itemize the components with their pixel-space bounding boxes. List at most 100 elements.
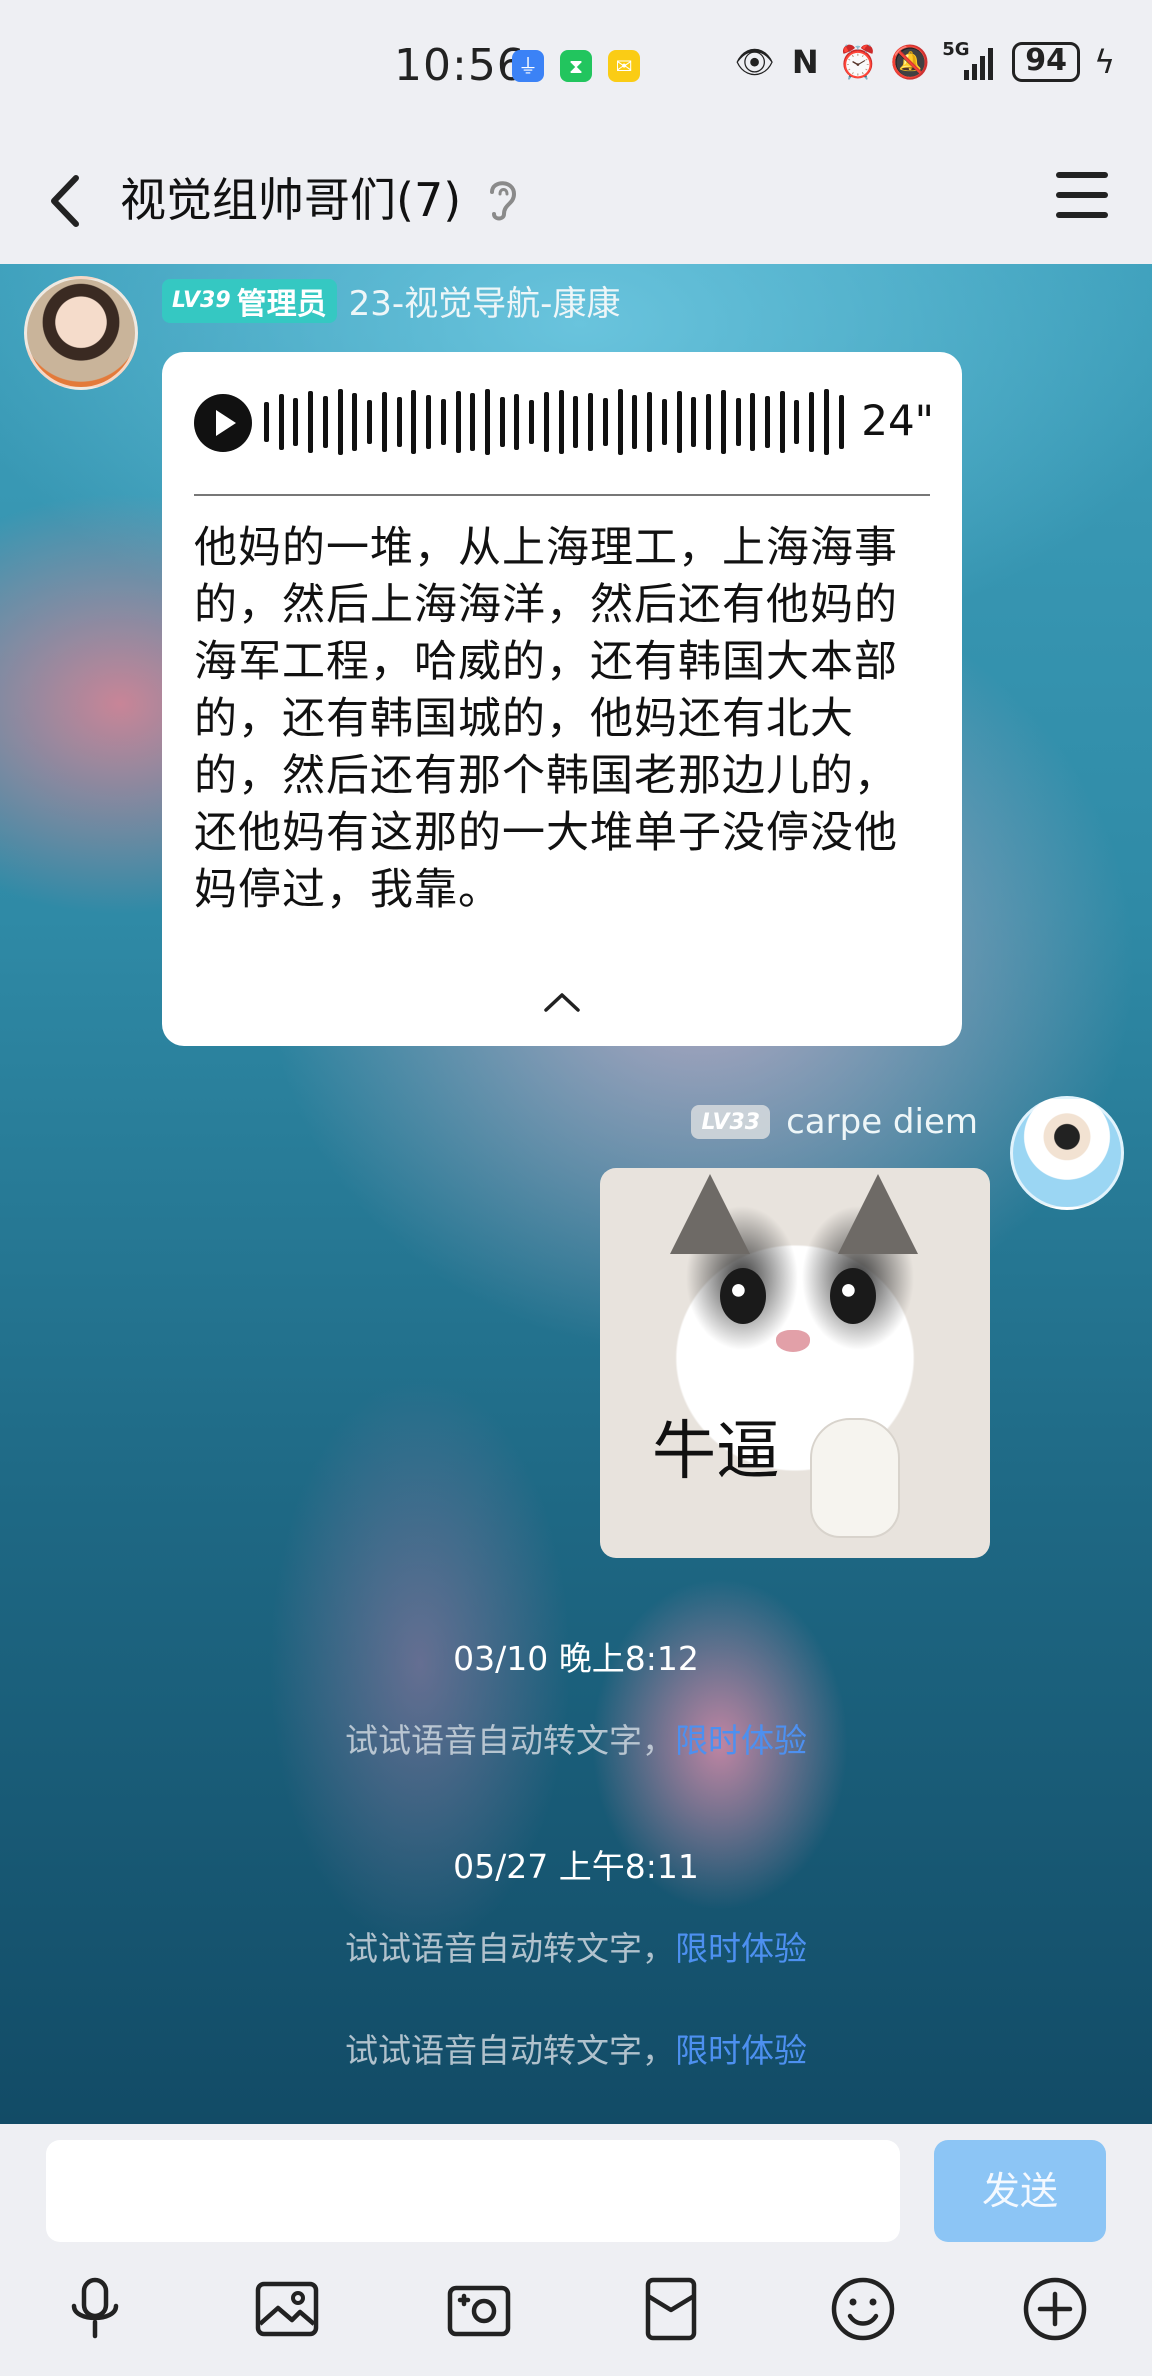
mute-icon: 🔕 [890, 43, 931, 81]
my-sender-name: carpe diem [786, 1102, 978, 1142]
admin-badge: LV39 管理员 [162, 278, 337, 323]
timestamp: 03/10 晚上8:12 [453, 1639, 699, 1678]
camera-icon[interactable] [444, 2274, 514, 2344]
waveform-bar [676, 391, 682, 453]
nfc-icon: N [791, 43, 819, 81]
waveform-bar [367, 400, 373, 444]
hint-text: 试试语音自动转文字， [345, 1721, 675, 1760]
battery-level: 94 [1012, 42, 1080, 82]
sender-avatar[interactable] [24, 276, 138, 390]
role-label: 管理员 [236, 286, 327, 322]
input-toolbar [0, 2274, 1152, 2364]
waveform-bar [617, 389, 623, 455]
send-button[interactable]: 发送 [934, 2140, 1106, 2242]
hint-text: 试试语音自动转文字， [345, 2031, 675, 2070]
waveform-bar [352, 393, 358, 451]
status-icons: 👁 N ⏰ 🔕 5G 94 ϟ [734, 41, 1116, 82]
alarm-icon: ⏰ [838, 43, 879, 81]
trial-link[interactable]: 限时体验 [675, 1721, 807, 1760]
voice-transcript: 他妈的一堆，从上海理工，上海海事的，然后上海海洋，然后还有他妈的海军工程，哈威的… [194, 523, 898, 915]
cat-sticker-image[interactable]: 牛逼 [600, 1168, 990, 1558]
waveform-bar [706, 394, 712, 450]
group-title[interactable]: 视觉组帅哥们(7) [120, 164, 461, 230]
waveform-bar [602, 398, 608, 446]
waveform-bar [809, 392, 815, 452]
message-input[interactable] [46, 2140, 900, 2242]
waveform-bar [278, 394, 284, 450]
red-packet-icon[interactable] [636, 2274, 706, 2344]
earpiece-mode-icon [490, 181, 517, 221]
chat-area[interactable]: LV39 管理员 23-视觉导航-康康 24" 他妈的一堆，从上海理工，上海海事… [0, 264, 1152, 2124]
waveform-bar [794, 400, 800, 444]
waveform-bar [440, 399, 446, 445]
charging-icon: ϟ [1094, 43, 1116, 81]
waveform-bar [838, 395, 844, 449]
microphone-icon[interactable] [60, 2274, 130, 2344]
cat-eye-left [720, 1268, 766, 1324]
hint-text: 试试语音自动转文字， [345, 1929, 675, 1968]
waveform-bar [647, 392, 653, 452]
signal-icon: 5G [942, 41, 998, 82]
waveform-bar [337, 389, 343, 455]
status-bar: 10:56 ⏚ ⧗ ✉ 👁 N ⏰ 🔕 5G 94 ϟ [0, 0, 1152, 140]
waveform-bar [396, 397, 402, 447]
timer-notification-icon: ⧗ [560, 50, 592, 82]
eye-icon: 👁 [734, 43, 775, 81]
waveform-bar [293, 398, 299, 446]
waveform-bar [779, 391, 785, 453]
status-time: 10:56 [394, 40, 526, 91]
back-arrow-icon[interactable] [38, 166, 98, 236]
waveform-bar [264, 402, 269, 442]
divider [194, 494, 930, 496]
waveform-bar [499, 397, 505, 447]
chevron-up-icon[interactable] [542, 990, 582, 1014]
sender-name[interactable]: 23-视觉导航-康康 [349, 276, 621, 325]
image-icon[interactable] [252, 2274, 322, 2344]
plus-icon[interactable] [1020, 2274, 1090, 2344]
waveform-bar [485, 389, 491, 455]
waveform-bar [514, 394, 520, 450]
sticker-caption: 牛逼 [652, 1415, 780, 1489]
waveform-bar [661, 399, 667, 445]
my-sender-meta: LV33 carpe diem [691, 1102, 978, 1142]
waveform-bar [588, 393, 594, 451]
trial-link[interactable]: 限时体验 [675, 2031, 807, 2070]
thumbs-up-icon [810, 1418, 900, 1538]
waveform-bar [411, 390, 417, 454]
level-badge: LV33 [691, 1105, 771, 1139]
cat-eye-right [830, 1268, 876, 1324]
timestamp: 05/27 上午8:11 [453, 1847, 699, 1886]
my-avatar[interactable] [1010, 1096, 1124, 1210]
waveform-bar [529, 400, 535, 444]
waveform-bar [426, 395, 432, 449]
mail-notification-icon: ✉ [608, 50, 640, 82]
waveform-bar [470, 393, 476, 451]
waveform-bar [764, 396, 770, 448]
voice-waveform[interactable] [264, 386, 844, 458]
waveform-bar [632, 395, 638, 449]
chat-header: 视觉组帅哥们(7) [0, 140, 1152, 264]
cat-nose [776, 1330, 810, 1352]
waveform-bar [573, 396, 579, 448]
waveform-bar [735, 398, 741, 446]
usb-notification-icon: ⏚ [512, 50, 544, 82]
trial-link[interactable]: 限时体验 [675, 1929, 807, 1968]
play-icon[interactable] [194, 394, 252, 452]
waveform-bar [823, 389, 829, 455]
level-text: LV33 [701, 1109, 761, 1135]
emoji-icon[interactable] [828, 2274, 898, 2344]
voice-duration: 24" [861, 396, 934, 445]
waveform-bar [720, 390, 726, 454]
waveform-bar [558, 390, 564, 454]
waveform-bar [308, 391, 314, 453]
voice-message-bubble[interactable]: 24" 他妈的一堆，从上海理工，上海海事的，然后上海海洋，然后还有他妈的海军工程… [162, 352, 962, 1046]
waveform-bar [750, 393, 756, 451]
sender-meta: LV39 管理员 23-视觉导航-康康 [162, 276, 620, 325]
level-badge: LV39 [172, 288, 231, 313]
cat-ear-right [838, 1174, 918, 1254]
waveform-bar [322, 396, 328, 448]
voice-to-text-hint: 试试语音自动转文字，限时体验 [0, 2024, 1152, 2072]
menu-icon[interactable] [1056, 172, 1108, 224]
waveform-bar [381, 392, 387, 452]
voice-to-text-hint: 试试语音自动转文字，限时体验 [0, 1922, 1152, 1970]
